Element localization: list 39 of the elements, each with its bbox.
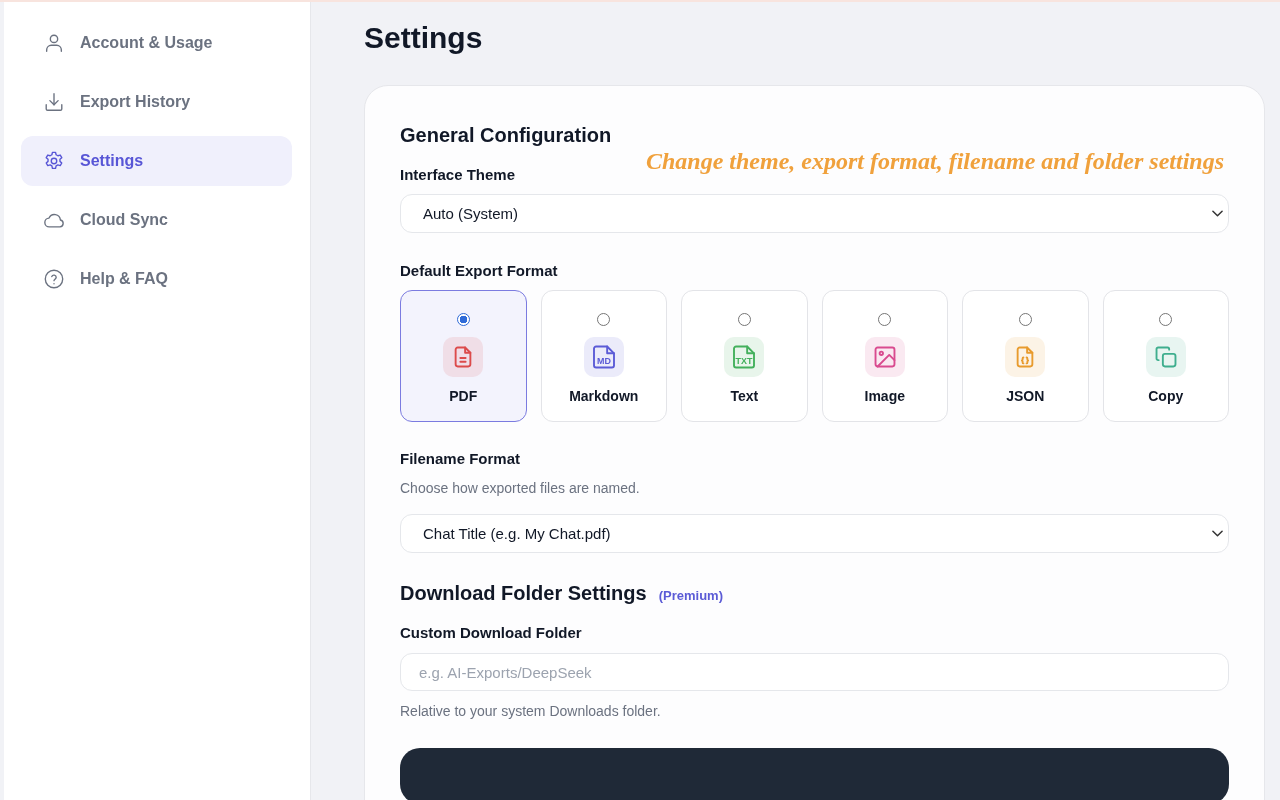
annotation-caption: Change theme, export format, filename and folder settings (646, 147, 1224, 176)
settings-icon (43, 150, 65, 172)
chevron-down-icon (1212, 530, 1223, 538)
format-option[interactable]: Image (821, 290, 948, 423)
theme-select[interactable]: Auto (System) (400, 194, 1229, 234)
md-file-icon: MD (583, 337, 624, 378)
radio-button[interactable] (1159, 313, 1173, 327)
section-heading: General Configuration (400, 123, 612, 147)
format-option[interactable]: MD Markdown (540, 290, 667, 423)
sidebar-item[interactable]: Cloud Sync (21, 195, 292, 245)
page-title: Settings (364, 20, 484, 56)
radio-button[interactable] (878, 313, 892, 327)
format-option[interactable]: PDF (400, 290, 527, 423)
sidebar-item[interactable]: Settings (21, 136, 292, 186)
help-text: Relative to your system Downloads folder. (400, 702, 662, 721)
radio-button[interactable] (456, 313, 470, 327)
field-label: Filename Format (400, 449, 522, 470)
format-option[interactable]: JSON (962, 290, 1089, 423)
field-label: Default Export Format (400, 261, 559, 282)
sidebar-item[interactable]: Account & Usage (21, 18, 292, 68)
help-text: Choose how exported files are named. (400, 479, 641, 499)
sidebar-item[interactable]: Export History (21, 77, 292, 127)
user-icon (43, 32, 65, 54)
filename-select[interactable]: Chat Title (e.g. My Chat.pdf) (400, 514, 1229, 554)
radio-button[interactable] (1018, 313, 1032, 327)
field-label: Custom Download Folder (400, 623, 583, 644)
chevron-down-icon (1212, 210, 1223, 218)
format-option[interactable]: TXT Text (681, 290, 808, 423)
sidebar-item[interactable]: Help & FAQ (21, 254, 292, 304)
folder-input-field[interactable]: e.g. AI-Exports/DeepSeek (400, 653, 1229, 691)
field-label: Interface Theme (400, 165, 517, 185)
radio-button[interactable] (597, 313, 611, 327)
download-icon (43, 91, 65, 113)
premium-label: (Premium) (658, 588, 723, 604)
section-heading: Download Folder Settings (400, 581, 647, 606)
radio-button[interactable] (737, 313, 751, 327)
txt-file-icon: TXT (724, 337, 765, 378)
help-icon (43, 268, 65, 290)
format-option[interactable]: Copy (1102, 290, 1229, 423)
